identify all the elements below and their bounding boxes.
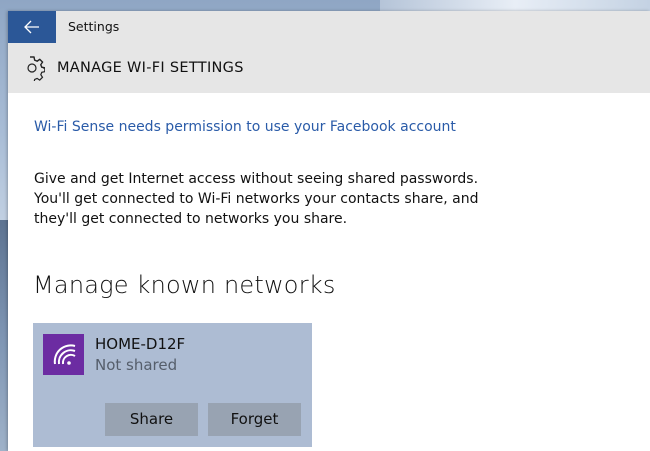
window-title: Settings xyxy=(68,19,120,34)
known-networks-heading: Manage known networks xyxy=(33,271,336,299)
network-name: HOME-D12F xyxy=(95,335,186,353)
settings-window: Settings MANAGE WI-FI SETTINGS Wi-Fi Sen… xyxy=(8,11,650,451)
gear-icon xyxy=(19,55,46,83)
wifi-icon xyxy=(43,334,84,375)
wifi-sense-description: Give and get Internet access without see… xyxy=(34,171,479,227)
share-button[interactable]: Share xyxy=(105,403,198,436)
title-bar: Settings xyxy=(8,11,650,43)
back-button[interactable] xyxy=(8,11,56,43)
arrow-left-icon xyxy=(24,20,40,34)
network-status: Not shared xyxy=(95,356,178,374)
facebook-permission-link[interactable]: Wi-Fi Sense needs permission to use your… xyxy=(34,119,456,135)
page-title: MANAGE WI-FI SETTINGS xyxy=(57,60,244,76)
forget-button[interactable]: Forget xyxy=(208,403,301,436)
known-network-tile[interactable]: HOME-D12F Not shared Share Forget xyxy=(33,323,312,447)
page-header: MANAGE WI-FI SETTINGS xyxy=(8,43,650,93)
